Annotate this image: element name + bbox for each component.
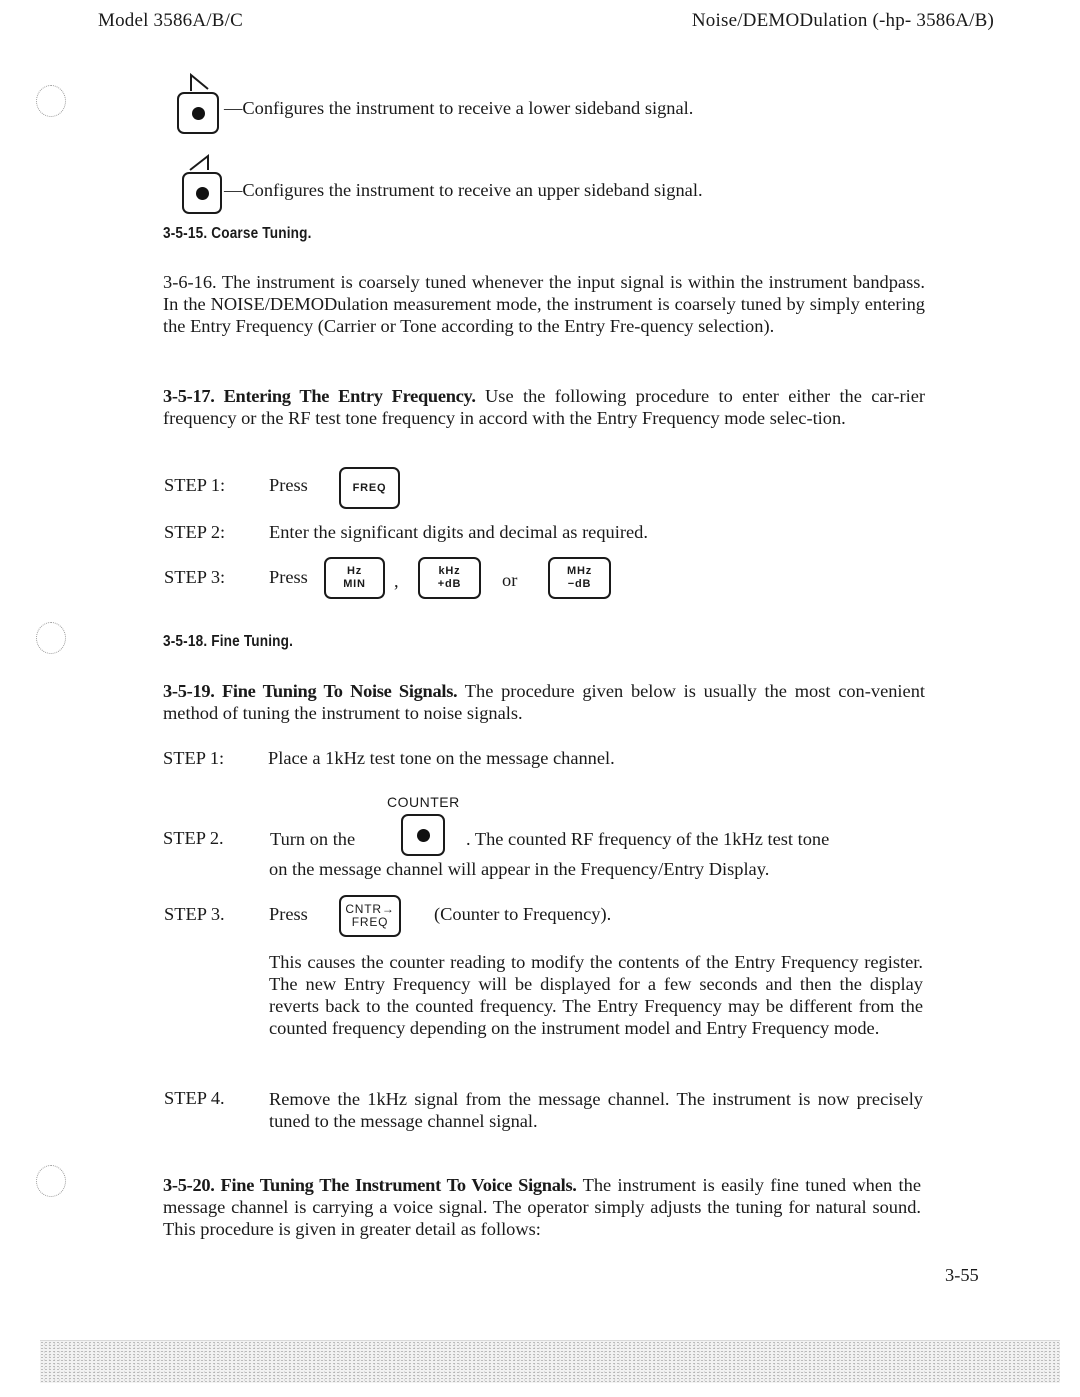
punch-hole-top [36,85,66,117]
counter-key-label: COUNTER [387,794,460,810]
entry-step-1-label: STEP 1: [164,475,226,495]
mhz-key-top: MHz [566,565,592,577]
page-number: 3-55 [945,1265,979,1285]
khz-plus-db-key[interactable]: kHz +dB [418,557,481,599]
mhz-key-bottom: −dB [567,578,592,590]
paragraph-coarse-tuning: 3-6-16. The instrument is coarsely tuned… [163,272,925,336]
mhz-minus-db-key[interactable]: MHz −dB [548,557,611,599]
khz-key-top: kHz [438,565,461,577]
noise-step-2-label: STEP 2. [163,828,224,848]
comma-separator: , [394,571,399,591]
noise-step-3-paragraph: This causes the counter reading to modif… [269,952,923,1038]
noise-step-1-text: Place a 1kHz test tone on the message ch… [268,748,615,768]
noise-step-3-description: (Counter to Frequency). [434,904,612,924]
entry-step-1-press: Press [269,475,308,495]
paragraph-fine-tuning-noise: 3-5-19. Fine Tuning To Noise Signals. Th… [163,680,925,724]
cntr-key-bottom: FREQ [351,915,389,929]
punch-hole-middle [36,622,66,654]
paragraph-title: 3-5-20. Fine Tuning The Instrument To Vo… [163,1175,577,1195]
lower-sideband-description: —Configures the instrument to receive a … [224,98,694,118]
punch-hole-bottom [36,1165,66,1197]
paragraph-title: 3-5-17. Entering The Entry Frequency. [163,386,476,406]
noise-step-4-text: Remove the 1kHz signal from the message … [269,1089,923,1131]
hz-min-key-top: Hz [346,565,363,577]
section-heading-coarse-tuning: 3-5-15. Coarse Tuning. [163,225,312,242]
paragraph-entering-entry-frequency: 3-5-17. Entering The Entry Frequency. Us… [163,385,925,429]
freq-key-label: FREQ [352,481,387,494]
upper-sideband-arrow-icon [189,153,209,171]
lower-sideband-key[interactable] [177,92,219,134]
noise-step-3-label: STEP 3. [164,904,225,924]
hz-min-key-bottom: MIN [343,578,366,590]
led-indicator-icon [416,828,430,842]
entry-step-3-press: Press [269,567,308,587]
noise-step-2-text-c: on the message channel will appear in th… [269,859,770,879]
paragraph-title: 3-5-19. Fine Tuning To Noise Signals. [163,681,458,701]
noise-step-1-label: STEP 1: [163,748,225,768]
counter-key[interactable] [401,814,445,856]
noise-step-3-press: Press [269,904,308,924]
lower-sideband-arrow-icon [190,72,209,91]
noise-step-2-text-b: . The counted RF frequency of the 1kHz t… [466,829,830,849]
hz-min-key[interactable]: Hz MIN [324,557,385,599]
upper-sideband-key[interactable] [182,172,222,214]
led-indicator-icon [195,186,209,200]
led-indicator-icon [191,106,205,120]
counter-to-freq-key[interactable]: CNTR→ FREQ [339,895,401,937]
scan-artifact-strip [40,1340,1060,1383]
header-section: Noise/DEMODulation (-hp- 3586A/B) [691,10,994,31]
entry-step-3-label: STEP 3: [164,567,226,587]
upper-sideband-description: —Configures the instrument to receive an… [224,180,703,200]
entry-step-2-label: STEP 2: [164,522,226,542]
freq-key[interactable]: FREQ [339,467,400,509]
entry-step-2-text: Enter the significant digits and decimal… [269,522,648,542]
khz-key-bottom: +dB [437,578,462,590]
section-heading-fine-tuning: 3-5-18. Fine Tuning. [163,633,294,650]
noise-step-4-label: STEP 4. [164,1088,225,1108]
or-separator: or [502,570,518,590]
header-model: Model 3586A/B/C [98,10,243,31]
noise-step-2-text-a: Turn on the [270,829,356,849]
paragraph-fine-tuning-voice: 3-5-20. Fine Tuning The Instrument To Vo… [163,1174,921,1240]
